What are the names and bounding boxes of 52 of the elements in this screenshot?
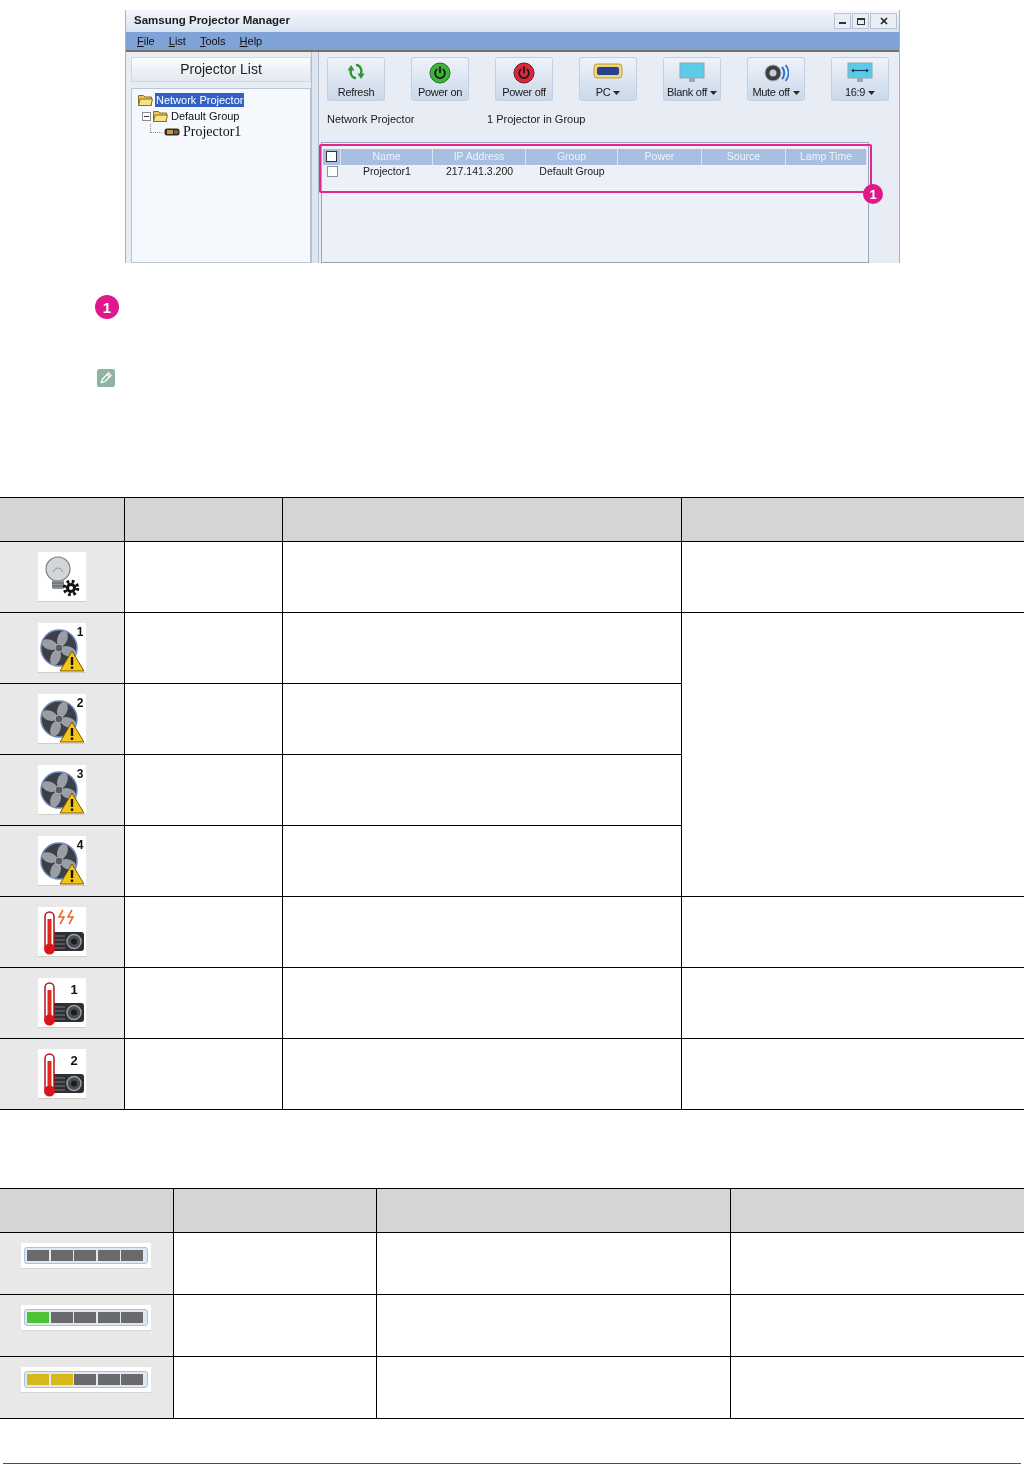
- refresh-arrows-icon: [345, 62, 367, 82]
- menu-item[interactable]: List: [168, 34, 186, 48]
- column-header[interactable]: [323, 149, 341, 165]
- menu-item[interactable]: Tools: [199, 34, 226, 48]
- checkbox[interactable]: [326, 166, 338, 178]
- blank-screen-button[interactable]: Blank off: [663, 57, 721, 101]
- minimize-icon: [839, 22, 846, 24]
- speaker-icon: [763, 62, 789, 84]
- fan-warning-icon: 4: [37, 836, 86, 886]
- callout-marker: 1: [95, 295, 119, 319]
- fan-warning-icon: 3: [37, 765, 86, 815]
- panel-title: Projector List: [131, 57, 311, 82]
- aspect-ratio-button[interactable]: 16:9: [831, 57, 889, 101]
- fan-warning-icon: 1: [37, 623, 86, 673]
- thermometer-projector-sparks-icon: [37, 907, 86, 957]
- close-icon: [879, 17, 888, 25]
- mute-button[interactable]: Mute off: [747, 57, 805, 101]
- minimize-button[interactable]: [834, 13, 851, 29]
- power-off-button[interactable]: Power off: [495, 57, 553, 101]
- group-count-label: 1 Projector in Group: [487, 111, 586, 127]
- monitor-arrows-icon: [847, 62, 873, 83]
- maximize-icon: [856, 17, 865, 25]
- window-title: Samsung Projector Manager: [134, 13, 290, 29]
- lightbulb-gear-icon: [37, 552, 86, 602]
- tree-line: [150, 124, 162, 133]
- minus-box-icon[interactable]: [142, 111, 151, 121]
- thermometer-projector-icon: 1: [37, 978, 86, 1028]
- tree-item[interactable]: Projector1: [182, 124, 243, 140]
- tree-item[interactable]: Network Projector: [155, 93, 245, 107]
- tree-item[interactable]: Default Group: [170, 109, 241, 123]
- table-cell-text: 217.141.3.200: [444, 164, 515, 179]
- maximize-button[interactable]: [852, 13, 869, 29]
- close-button[interactable]: [870, 13, 897, 29]
- menu-item[interactable]: File: [137, 34, 155, 48]
- folder-icon: [138, 94, 153, 106]
- monitor-icon: [679, 62, 705, 83]
- note-pencil-icon: [97, 369, 115, 387]
- menu-item[interactable]: Help: [239, 34, 263, 48]
- connector-port-icon: [593, 62, 623, 80]
- refresh-button[interactable]: Refresh: [327, 57, 385, 101]
- fan-warning-icon: 2: [37, 694, 86, 744]
- source-button[interactable]: PC: [579, 57, 637, 101]
- folder-icon: [153, 110, 168, 122]
- thermometer-projector-icon: 2: [37, 1049, 86, 1099]
- location-label: Network Projector: [327, 111, 416, 127]
- power-icon: [513, 62, 535, 84]
- table-cell-text: Projector1: [362, 164, 412, 179]
- checkbox[interactable]: [326, 151, 337, 163]
- power-on-button[interactable]: Power on: [411, 57, 469, 101]
- projector-icon: [164, 128, 180, 136]
- power-icon: [429, 62, 451, 84]
- table-cell-text: Default Group: [538, 164, 606, 179]
